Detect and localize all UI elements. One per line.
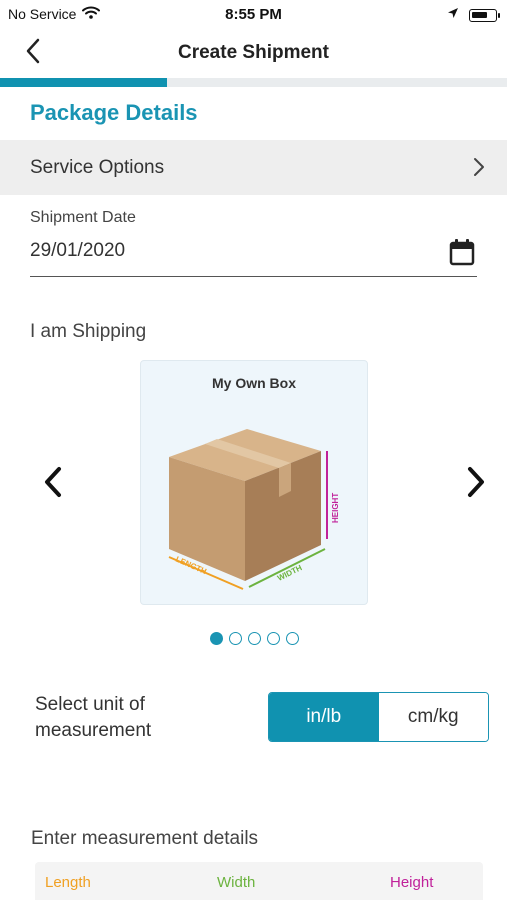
status-right	[447, 6, 500, 24]
carousel-dot[interactable]	[286, 632, 299, 645]
page-title: Create Shipment	[178, 42, 329, 63]
unit-option-cm-kg[interactable]: cm/kg	[378, 693, 488, 741]
carousel-dot[interactable]	[229, 632, 242, 645]
shipping-label: I am Shipping	[30, 321, 147, 342]
carousel-prev-arrow-icon[interactable]	[42, 466, 64, 503]
location-arrow-icon	[447, 6, 459, 24]
battery-level	[472, 11, 487, 18]
carousel-dot[interactable]	[267, 632, 280, 645]
status-time: 8:55 PM	[225, 6, 282, 23]
status-bar: No Service 8:55 PM	[0, 0, 507, 28]
carousel-dot[interactable]	[248, 632, 261, 645]
measurement-header-row: Length Width Height	[35, 862, 483, 900]
shipment-date-field[interactable]: 29/01/2020	[30, 232, 477, 277]
width-column-header: Width	[217, 874, 256, 891]
calendar-icon[interactable]	[449, 238, 475, 271]
measurement-details-label: Enter measurement details	[31, 828, 259, 849]
carousel-page-indicator	[210, 632, 299, 645]
carousel-next-arrow-icon[interactable]	[465, 466, 487, 503]
carousel-dot[interactable]	[210, 632, 223, 645]
unit-of-measurement-label: Select unit of measurement	[35, 694, 152, 741]
height-column-header: Height	[390, 874, 434, 891]
unit-option-in-lb[interactable]: in/lb	[269, 693, 379, 741]
package-type-title: My Own Box	[211, 375, 296, 391]
chevron-right-icon	[473, 157, 485, 182]
length-column-header: Length	[45, 874, 91, 891]
service-options-row[interactable]: Service Options	[0, 140, 507, 195]
service-options-label: Service Options	[30, 156, 165, 178]
shipment-date-label: Shipment Date	[30, 209, 136, 226]
step-progress-fill	[0, 78, 168, 87]
package-type-card[interactable]: My Own Box HEIGHT LENGTH WIDTH	[140, 360, 368, 605]
section-title: Package Details	[30, 100, 198, 125]
step-progress-bar	[0, 78, 507, 87]
shipment-date-value: 29/01/2020	[30, 240, 126, 261]
height-dimension-label: HEIGHT	[331, 493, 340, 523]
cardboard-box-icon: HEIGHT LENGTH WIDTH	[168, 429, 340, 590]
battery-icon	[469, 8, 500, 22]
unit-toggle: in/lb cm/kg	[268, 692, 489, 742]
nav-bar: Create Shipment	[0, 28, 507, 78]
